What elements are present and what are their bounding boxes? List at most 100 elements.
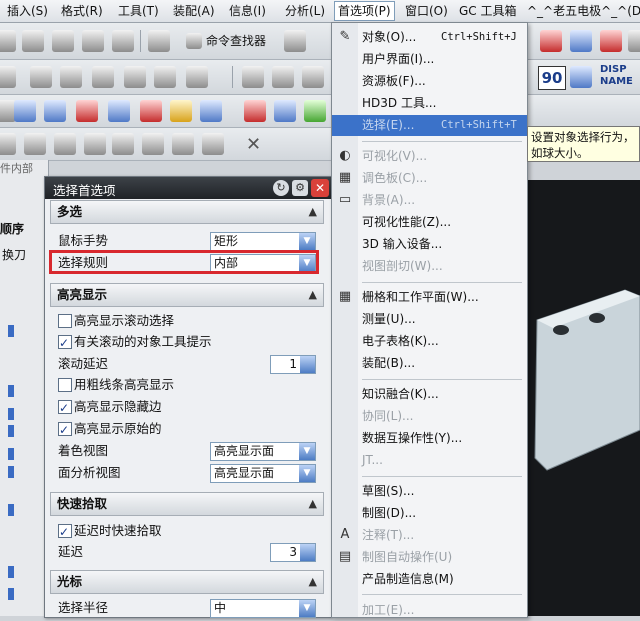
menu-analysis[interactable]: 分析(L) [282, 3, 328, 19]
gear-icon[interactable]: ⚙ [292, 180, 308, 196]
electrode-icon-2[interactable] [570, 30, 592, 52]
menu-item[interactable]: ▭ 背景(A)... [332, 190, 527, 211]
toolbar-row-3 [0, 95, 640, 128]
menu-item[interactable]: 协同(L)... [332, 406, 527, 427]
cut-icon[interactable] [22, 30, 44, 52]
curve-icon[interactable] [302, 66, 324, 88]
menu-item[interactable]: ▤ 制图自动操作(U) [332, 547, 527, 568]
menu-item[interactable]: 3D 输入设备... [332, 234, 527, 255]
close-icon[interactable]: ✕ [246, 134, 261, 155]
menu-format[interactable]: 格式(R) [58, 3, 106, 19]
menu-item[interactable]: 草图(S)... [332, 481, 527, 502]
menu-item-label: 测量(U)... [362, 312, 416, 326]
add-point-icon[interactable] [84, 133, 106, 155]
move-icon[interactable] [0, 30, 16, 52]
close-icon[interactable]: ✕ [311, 179, 329, 197]
tool-icon-a[interactable] [30, 66, 52, 88]
palette-icon: ▦ [338, 170, 352, 185]
disp-label[interactable]: DISP NAME [600, 64, 633, 88]
info-icon[interactable] [570, 66, 592, 88]
row-marker-icon [8, 385, 14, 397]
menu-item-label: 草图(S)... [362, 484, 415, 498]
menu-item-label: 装配(B)... [362, 356, 416, 370]
electrode-icon-3[interactable] [600, 30, 622, 52]
delete-icon[interactable] [112, 30, 134, 52]
vertex-icon[interactable] [140, 100, 162, 122]
tool-icon-f[interactable] [186, 66, 208, 88]
filter-tab-label[interactable]: 件内部 [0, 160, 33, 176]
menu-item[interactable]: 加工(E)... [332, 600, 527, 621]
toolbar-row-1: 命令查找器 [0, 23, 640, 60]
menu-item[interactable]: A 注释(T)... [332, 525, 527, 546]
tool-icon-k[interactable] [142, 133, 164, 155]
graphics-viewport[interactable] [525, 180, 640, 616]
menu-bar: 插入(S) 格式(R) 工具(T) 装配(A) 信息(I) 分析(L) 首选项(… [0, 0, 640, 23]
undo-icon[interactable] [148, 30, 170, 52]
menu-insert[interactable]: 插入(S) [4, 3, 51, 19]
render-icon[interactable] [304, 100, 326, 122]
tool-icon-l[interactable] [172, 133, 194, 155]
view-cube-icon[interactable] [200, 100, 222, 122]
tool-icon-m[interactable] [202, 133, 224, 155]
menu-item[interactable]: 数据互操作性(Y)... [332, 428, 527, 449]
layer-icon[interactable] [244, 100, 266, 122]
menu-item[interactable]: 产品制造信息(M) [332, 569, 527, 590]
section-icon[interactable] [76, 100, 98, 122]
tool-icon-i[interactable] [24, 133, 46, 155]
settings-icon[interactable] [284, 30, 306, 52]
tool-icon-c[interactable] [92, 66, 114, 88]
menu-item[interactable]: ◐ 可视化(V)... [332, 146, 527, 167]
menu-assembly[interactable]: 装配(A) [170, 3, 218, 19]
menu-item[interactable]: 电子表格(K)... [332, 331, 527, 352]
binoculars-icon[interactable] [186, 33, 202, 49]
menu-separator [362, 379, 522, 380]
menu-gc-toolbox[interactable]: GC 工具箱 [456, 3, 520, 19]
transparent-icon[interactable] [44, 100, 66, 122]
reset-icon[interactable]: ↻ [273, 180, 289, 196]
menu-item[interactable]: 装配(B)... [332, 353, 527, 374]
menu-item-label: 用户界面(I)... [362, 52, 435, 66]
arc-icon[interactable] [272, 66, 294, 88]
menu-item[interactable]: 选择(E)... Ctrl+Shift+T [332, 115, 527, 136]
menu-item[interactable]: 制图(D)... [332, 503, 527, 524]
menu-tools[interactable]: 工具(T) [115, 3, 162, 19]
box-icon[interactable] [274, 100, 296, 122]
menu-electrode[interactable]: ^_^老五电极^_^(D) [524, 3, 640, 19]
paste-icon[interactable] [82, 30, 104, 52]
menu-item[interactable]: ✎ 对象(O)... Ctrl+Shift+J [332, 27, 527, 48]
tool-icon-b[interactable] [60, 66, 82, 88]
menu-separator [362, 476, 522, 477]
feature-icon[interactable] [170, 100, 192, 122]
tool-icon-j[interactable] [54, 133, 76, 155]
electrode-icon-1[interactable] [540, 30, 562, 52]
command-finder-label[interactable]: 命令查找器 [206, 32, 266, 49]
menu-item-label: 数据互操作性(Y)... [362, 431, 463, 445]
menu-item[interactable]: 知识融合(K)... [332, 384, 527, 405]
tool-icon-e[interactable] [154, 66, 176, 88]
dialog-title: 选择首选项 [53, 183, 116, 198]
menu-item[interactable]: 资源板(F)... [332, 71, 527, 92]
menu-item[interactable]: 视图剖切(W)... [332, 256, 527, 277]
electrode-icon-4[interactable] [628, 30, 640, 52]
menu-information[interactable]: 信息(I) [226, 3, 269, 19]
menu-item[interactable]: ▦ 调色板(C)... [332, 168, 527, 189]
copy-icon[interactable] [52, 30, 74, 52]
menu-preferences[interactable]: 首选项(P) [334, 1, 395, 21]
badge-90[interactable]: 90 [538, 66, 566, 90]
search-icon[interactable] [112, 133, 134, 155]
menu-item[interactable]: 测量(U)... [332, 309, 527, 330]
menu-item[interactable]: JT... [332, 450, 527, 471]
menu-item[interactable]: HD3D 工具... [332, 93, 527, 114]
sketch-icon[interactable] [0, 66, 16, 88]
menu-item[interactable]: 用户界面(I)... [332, 49, 527, 70]
solid-icon[interactable] [14, 100, 36, 122]
line-icon[interactable] [242, 66, 264, 88]
tool-icon-d[interactable] [124, 66, 146, 88]
menu-item[interactable]: ▦ 栅格和工作平面(W)... [332, 287, 527, 308]
menu-item[interactable]: 可视化性能(Z)... [332, 212, 527, 233]
row-marker-icon [8, 325, 14, 337]
fit-icon[interactable] [108, 100, 130, 122]
menu-window[interactable]: 窗口(O) [402, 3, 451, 19]
tool-icon-h[interactable] [0, 133, 16, 155]
dialog-titlebar: 选择首选项 ↻ ⚙ ✕ [45, 177, 331, 199]
